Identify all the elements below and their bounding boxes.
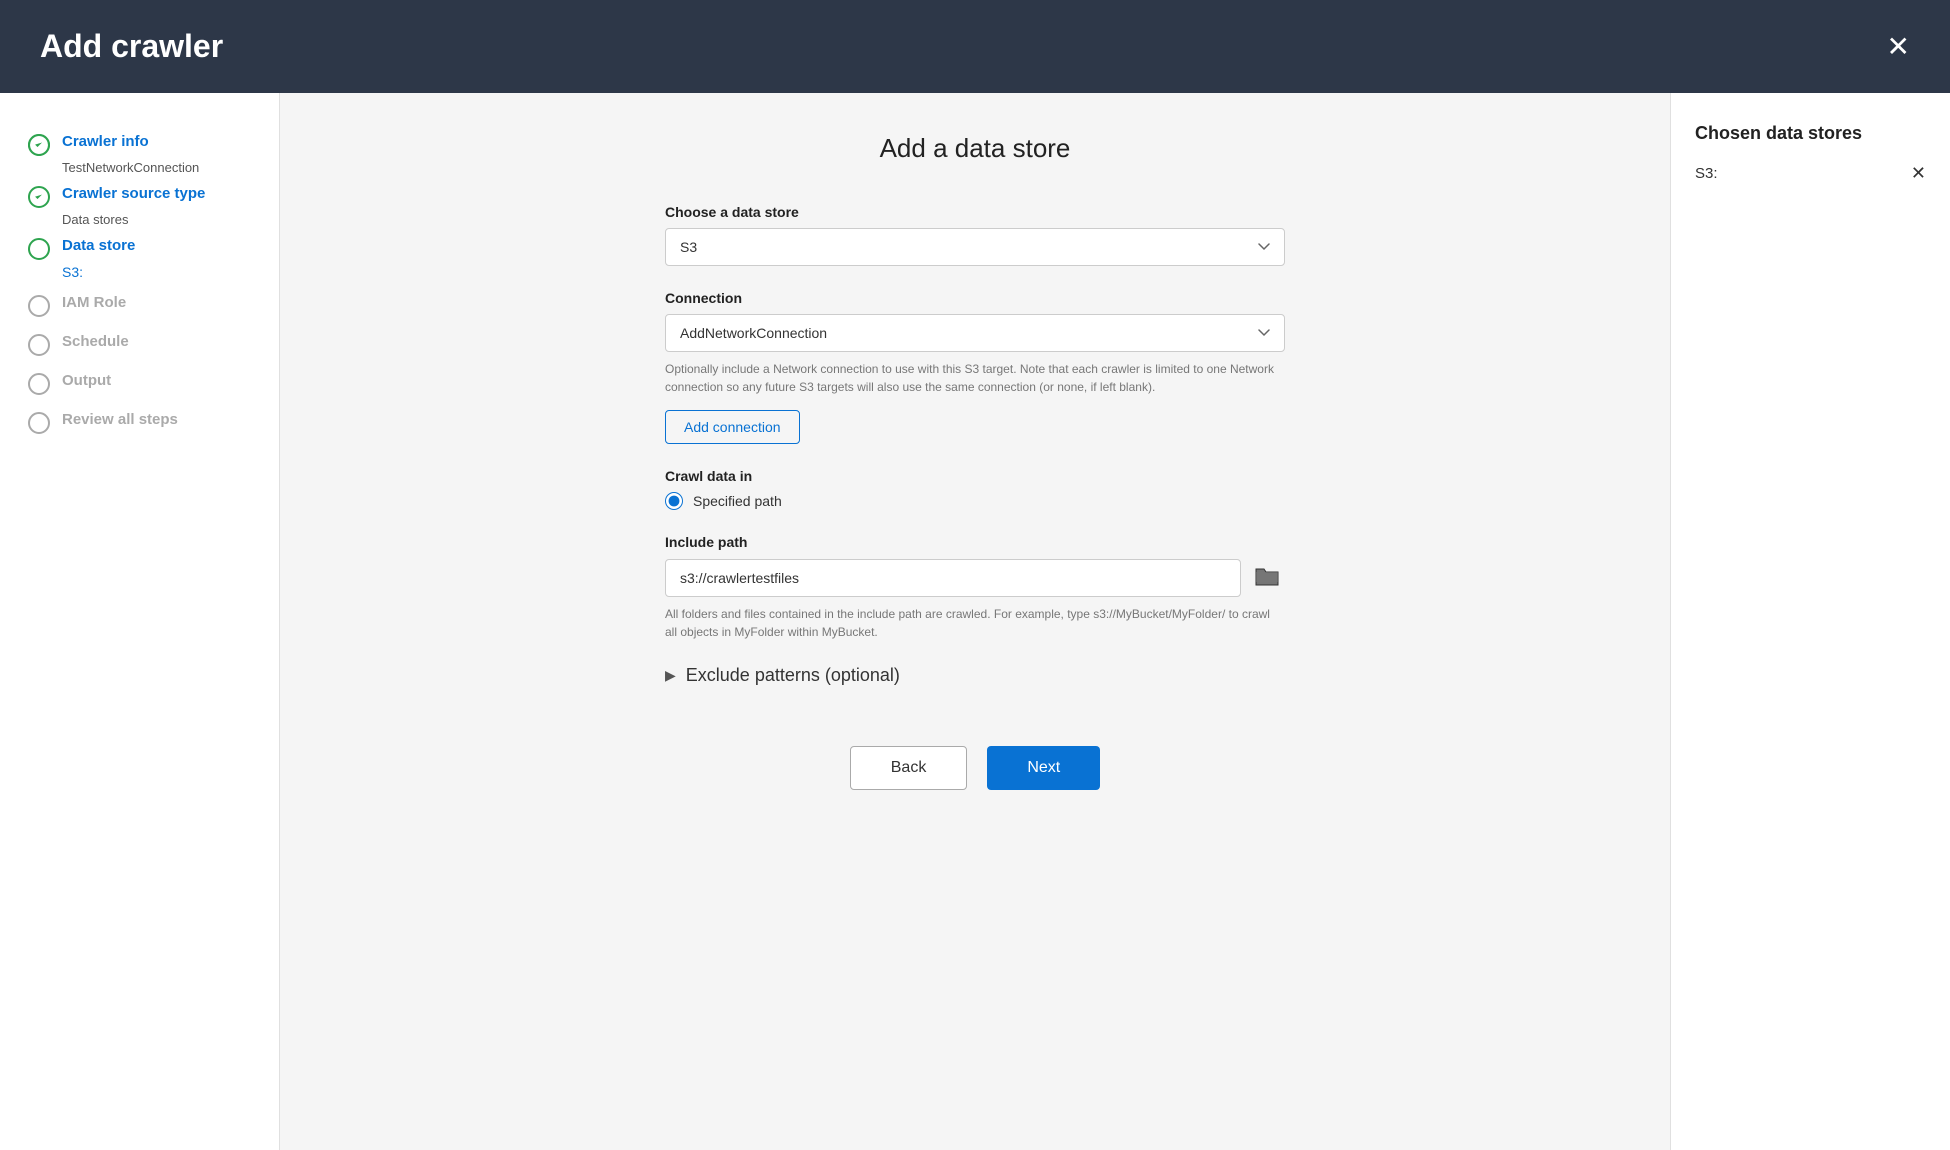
radio-label-specified-path: Specified path bbox=[693, 493, 782, 509]
include-path-label: Include path bbox=[665, 534, 1285, 550]
data-store-label: Choose a data store bbox=[665, 204, 1285, 220]
connection-group: Connection AddNetworkConnection None Opt… bbox=[665, 290, 1285, 444]
sidebar-item-output[interactable]: Output bbox=[28, 372, 251, 397]
sidebar-label-crawler-info: Crawler info bbox=[62, 133, 149, 150]
include-path-hint: All folders and files contained in the i… bbox=[665, 605, 1285, 641]
chosen-store-item: S3: ✕ bbox=[1695, 164, 1926, 182]
sidebar-label-review: Review all steps bbox=[62, 411, 178, 428]
exclude-patterns-section: ▶ Exclude patterns (optional) bbox=[665, 665, 1285, 686]
step-icon-crawler-source-type bbox=[28, 186, 52, 210]
exclude-patterns-toggle[interactable]: ▶ Exclude patterns (optional) bbox=[665, 665, 1285, 686]
step-icon-iam-role bbox=[28, 295, 52, 319]
sidebar-item-crawler-info[interactable]: Crawler info TestNetworkConnection bbox=[28, 133, 251, 175]
sidebar-item-iam-role[interactable]: IAM Role bbox=[28, 294, 251, 319]
step-icon-crawler-info bbox=[28, 134, 52, 158]
include-path-input[interactable] bbox=[665, 559, 1241, 597]
sidebar-sublabel-crawler-info: TestNetworkConnection bbox=[62, 160, 251, 175]
data-store-group: Choose a data store S3 JDBC DynamoDB bbox=[665, 204, 1285, 266]
data-store-select[interactable]: S3 JDBC DynamoDB bbox=[665, 228, 1285, 266]
sidebar-item-crawler-source-type[interactable]: Crawler source type Data stores bbox=[28, 185, 251, 227]
modal-title: Add crawler bbox=[40, 28, 223, 65]
sidebar-item-schedule[interactable]: Schedule bbox=[28, 333, 251, 358]
collapse-arrow-icon: ▶ bbox=[665, 667, 676, 684]
connection-hint: Optionally include a Network connection … bbox=[665, 360, 1285, 396]
include-path-group: Include path All folders and files conta… bbox=[665, 534, 1285, 641]
main-content: Add a data store Choose a data store S3 … bbox=[280, 93, 1670, 1150]
sidebar-label-schedule: Schedule bbox=[62, 333, 129, 350]
step-icon-schedule bbox=[28, 334, 52, 358]
right-panel: Chosen data stores S3: ✕ bbox=[1670, 93, 1950, 1150]
sidebar-substep-s3: S3: bbox=[62, 264, 251, 280]
chosen-store-label: S3: bbox=[1695, 165, 1718, 182]
sidebar: Crawler info TestNetworkConnection Crawl… bbox=[0, 93, 280, 1150]
crawl-data-in-group: Crawl data in Specified path bbox=[665, 468, 1285, 510]
connection-select[interactable]: AddNetworkConnection None bbox=[665, 314, 1285, 352]
form-section: Choose a data store S3 JDBC DynamoDB Con… bbox=[665, 204, 1285, 810]
modal-body: Crawler info TestNetworkConnection Crawl… bbox=[0, 93, 1950, 1150]
page-title: Add a data store bbox=[340, 133, 1610, 164]
folder-icon bbox=[1253, 562, 1281, 590]
remove-chosen-store-button[interactable]: ✕ bbox=[1911, 164, 1926, 182]
step-icon-output bbox=[28, 373, 52, 397]
add-connection-button[interactable]: Add connection bbox=[665, 410, 800, 444]
step-icon-review bbox=[28, 412, 52, 436]
sidebar-sublabel-crawler-source-type: Data stores bbox=[62, 212, 251, 227]
close-button[interactable]: ✕ bbox=[1887, 33, 1910, 61]
include-path-input-wrapper bbox=[665, 558, 1285, 597]
right-panel-title: Chosen data stores bbox=[1695, 123, 1926, 144]
add-crawler-modal: Add crawler ✕ Crawler info bbox=[0, 0, 1950, 1150]
sidebar-label-crawler-source-type: Crawler source type bbox=[62, 185, 205, 202]
connection-label: Connection bbox=[665, 290, 1285, 306]
step-icon-data-store bbox=[28, 238, 52, 262]
next-button[interactable]: Next bbox=[987, 746, 1100, 790]
radio-specified-path[interactable] bbox=[665, 492, 683, 510]
footer-actions: Back Next bbox=[665, 746, 1285, 810]
sidebar-item-data-store[interactable]: Data store S3: bbox=[28, 237, 251, 280]
folder-browse-button[interactable] bbox=[1249, 558, 1285, 597]
sidebar-label-data-store: Data store bbox=[62, 237, 135, 254]
sidebar-item-review[interactable]: Review all steps bbox=[28, 411, 251, 436]
crawl-radio-group: Specified path bbox=[665, 492, 1285, 510]
exclude-patterns-label: Exclude patterns (optional) bbox=[686, 665, 900, 686]
crawl-data-in-label: Crawl data in bbox=[665, 468, 1285, 484]
sidebar-label-iam-role: IAM Role bbox=[62, 294, 126, 311]
back-button[interactable]: Back bbox=[850, 746, 968, 790]
modal-header: Add crawler ✕ bbox=[0, 0, 1950, 93]
crawl-radio-specified[interactable]: Specified path bbox=[665, 492, 1285, 510]
sidebar-label-output: Output bbox=[62, 372, 111, 389]
